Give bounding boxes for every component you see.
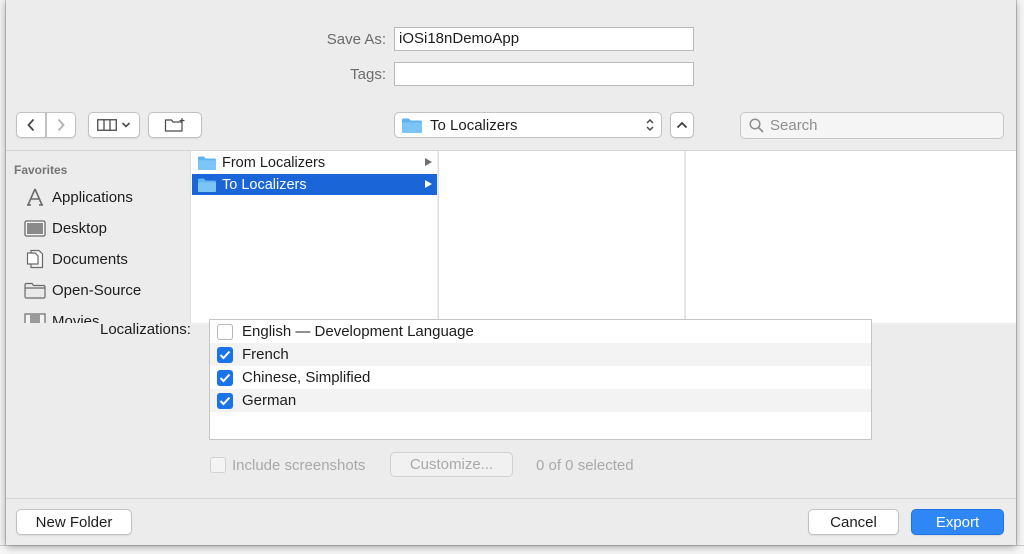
cancel-button[interactable]: Cancel (808, 509, 899, 535)
localizations-list: English — Development Language French Ch… (209, 319, 872, 440)
file-row-to-localizers[interactable]: To Localizers (192, 174, 437, 195)
applications-icon (24, 187, 46, 207)
sidebar-heading: Favorites (14, 163, 68, 177)
back-button[interactable] (16, 112, 46, 138)
location-popup[interactable]: To Localizers (394, 112, 662, 138)
localization-label: Chinese, Simplified (242, 369, 371, 386)
browser-column-2 (438, 151, 684, 323)
checkmark-icon (219, 396, 231, 405)
expand-collapse-button[interactable] (670, 112, 694, 138)
save-as-field[interactable]: iOSi18nDemoApp (394, 27, 694, 51)
movies-icon (24, 311, 46, 323)
folder-icon (402, 118, 422, 133)
localization-label: French (242, 346, 289, 363)
localization-label: German (242, 392, 297, 409)
tags-label: Tags: (350, 66, 386, 83)
disclosure-arrow-icon (425, 180, 432, 188)
search-placeholder: Search (770, 117, 818, 134)
file-row-from-localizers[interactable]: From Localizers (192, 152, 437, 173)
new-folder-toolbar-button[interactable] (148, 112, 202, 138)
include-screenshots-label: Include screenshots (232, 456, 366, 474)
sidebar-item-label: Documents (52, 250, 128, 268)
sidebar: Favorites Applications Desktop Documents (6, 151, 190, 323)
file-browser: Favorites Applications Desktop Documents (6, 150, 1016, 323)
checkbox-checked[interactable] (217, 369, 233, 386)
sidebar-item-label: Applications (52, 188, 133, 206)
localizations-label: Localizations: (100, 321, 191, 338)
browser-column-3 (685, 151, 1016, 323)
column-view-icon (97, 119, 117, 131)
selection-status: 0 of 0 selected (536, 456, 634, 474)
checkbox-checked[interactable] (217, 346, 233, 363)
chevron-left-icon (27, 118, 35, 132)
disclosure-arrow-icon (425, 158, 432, 166)
export-button[interactable]: Export (911, 509, 1004, 535)
checkbox-disabled[interactable] (210, 457, 226, 473)
chevron-up-icon (676, 121, 688, 129)
forward-button[interactable] (46, 112, 76, 138)
background-window-bottom (0, 545, 1024, 554)
desktop-icon (24, 218, 46, 238)
checkmark-icon (219, 373, 231, 382)
folder-icon (24, 280, 46, 300)
localization-row-french[interactable]: French (210, 343, 871, 366)
save-as-label: Save As: (326, 31, 386, 48)
sidebar-item-open-source[interactable]: Open-Source (24, 279, 141, 301)
customize-button[interactable]: Customize... (390, 452, 513, 477)
up-down-chevron-icon (646, 118, 654, 132)
sidebar-item-label: Desktop (52, 219, 108, 237)
location-label: To Localizers (430, 116, 518, 134)
chevron-right-icon (57, 118, 65, 132)
export-sheet: Save As: iOSi18nDemoApp Tags: To Localiz… (6, 0, 1016, 545)
sidebar-item-desktop[interactable]: Desktop (24, 217, 107, 239)
checkbox-unchecked[interactable] (217, 323, 233, 340)
sidebar-item-applications[interactable]: Applications (24, 186, 133, 208)
localization-label: English — Development Language (242, 323, 474, 340)
footer-divider (6, 498, 1016, 499)
sidebar-item-label: Open-Source (52, 281, 142, 299)
sidebar-item-label: Movies (52, 312, 100, 324)
view-mode-button[interactable] (88, 112, 140, 138)
background-window-right (1016, 0, 1024, 554)
new-folder-button[interactable]: New Folder (16, 509, 132, 535)
localization-row-english[interactable]: English — Development Language (210, 320, 871, 343)
folder-plus-icon (164, 118, 185, 132)
file-name: From Localizers (222, 154, 326, 171)
browser-column-1: From Localizers To Localizers (190, 151, 437, 323)
documents-icon (24, 249, 46, 269)
folder-icon (198, 178, 216, 192)
checkbox-checked[interactable] (217, 392, 233, 409)
sidebar-item-documents[interactable]: Documents (24, 248, 128, 270)
sidebar-item-movies[interactable]: Movies (24, 310, 100, 323)
folder-icon (198, 156, 216, 170)
localization-row-german[interactable]: German (210, 389, 871, 412)
tags-field[interactable] (394, 62, 694, 86)
localization-row-chinese-simplified[interactable]: Chinese, Simplified (210, 366, 871, 389)
search-field[interactable]: Search (740, 112, 1004, 139)
search-icon (749, 118, 764, 133)
file-name: To Localizers (222, 176, 307, 193)
chevron-down-icon (121, 122, 131, 128)
checkmark-icon (219, 350, 231, 359)
include-screenshots-option[interactable]: Include screenshots (210, 453, 365, 477)
